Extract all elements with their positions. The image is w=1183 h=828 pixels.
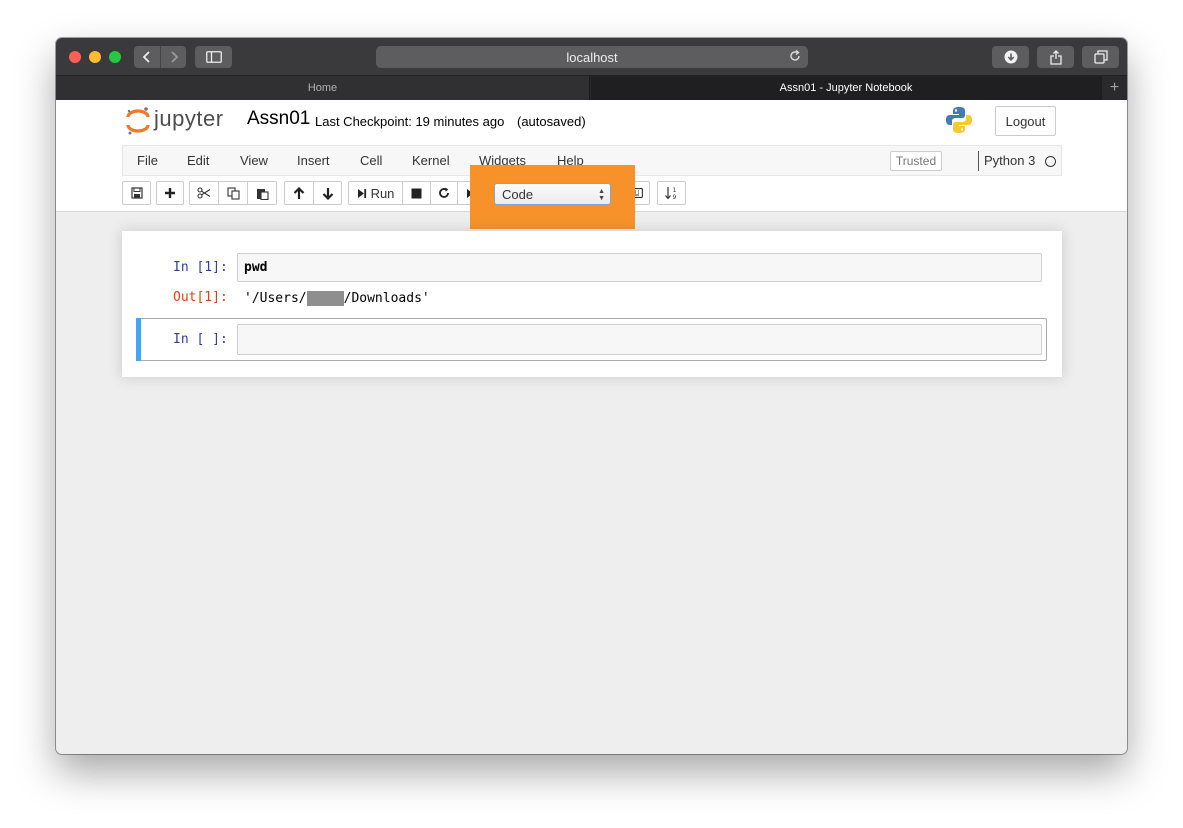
jupyter-icon (126, 107, 150, 135)
output-area: '/Users/ /Downloads' (244, 288, 430, 308)
cell-type-value: Code (502, 186, 534, 202)
stop-icon (411, 188, 422, 198)
restart-button[interactable] (430, 181, 458, 205)
sort-button[interactable]: 19 (657, 181, 686, 205)
minimize-window-button[interactable] (89, 51, 101, 63)
python-logo-icon (946, 107, 972, 133)
reload-icon[interactable] (788, 49, 802, 63)
menu-edit[interactable]: Edit (187, 153, 209, 168)
zoom-window-button[interactable] (109, 51, 121, 63)
input-prompt: In [1]: (173, 260, 228, 275)
insert-cell-button[interactable] (156, 181, 184, 205)
sort-numeric-icon: 19 (664, 187, 676, 200)
menu-cell[interactable]: Cell (360, 153, 382, 168)
logo-text: jupyter (154, 106, 224, 131)
notebook-title[interactable]: Assn01 (247, 108, 310, 130)
share-icon (1049, 49, 1062, 65)
tab-label: Home (307, 82, 338, 94)
checkpoint-status: Last Checkpoint: 19 minutes ago (315, 114, 505, 129)
downloads-button[interactable] (992, 46, 1029, 68)
scissors-icon (197, 187, 211, 199)
run-button[interactable]: Run (348, 181, 403, 205)
trusted-indicator[interactable]: Trusted (890, 151, 942, 171)
menu-view[interactable]: View (240, 153, 268, 168)
redacted-username (306, 290, 344, 306)
tabs-icon (1093, 50, 1108, 64)
run-label: Run (370, 185, 395, 201)
arrow-down-icon (322, 187, 333, 200)
menu-insert[interactable]: Insert (297, 153, 330, 168)
download-icon (1004, 50, 1017, 64)
copy-icon (226, 186, 240, 200)
autosave-status: (autosaved) (517, 114, 586, 129)
paste-button[interactable] (247, 181, 277, 205)
run-button-group: Run (348, 181, 485, 205)
output-text-suffix: /Downloads' (343, 290, 430, 306)
svg-text:9: 9 (672, 194, 676, 200)
address-bar[interactable]: localhost (376, 46, 808, 68)
plus-icon (165, 188, 175, 198)
back-button[interactable] (134, 46, 160, 68)
url-text: localhost (566, 49, 618, 65)
move-button-group (284, 181, 342, 205)
tab-label: Assn01 - Jupyter Notebook (779, 82, 913, 94)
title-bar: localhost (56, 38, 1127, 76)
menu-kernel[interactable]: Kernel (412, 153, 450, 168)
notebook-container: In [1]: pwd Out[1]: '/Users/ /Downloads'… (122, 231, 1062, 377)
select-arrows-icon: ▲ ▼ (598, 188, 605, 202)
interrupt-button[interactable] (402, 181, 431, 205)
share-button[interactable] (1037, 46, 1074, 68)
chevron-left-icon (142, 51, 150, 63)
new-tab-button[interactable]: + (1101, 76, 1127, 100)
cut-button[interactable] (189, 181, 219, 205)
copy-button[interactable] (218, 181, 248, 205)
output-text-prefix: '/Users/ (244, 290, 307, 306)
code-input[interactable]: pwd (237, 253, 1042, 282)
logout-button[interactable]: Logout (995, 106, 1056, 136)
restart-icon (439, 187, 449, 198)
cell-type-select[interactable]: Code ▲ ▼ (494, 183, 611, 205)
tab-home[interactable]: Home (56, 76, 590, 100)
kernel-idle-icon (1045, 156, 1056, 167)
save-button[interactable] (122, 181, 151, 205)
floppy-disk-icon (130, 187, 143, 199)
nav-buttons (134, 46, 186, 68)
jupyter-logo[interactable]: jupyter (126, 106, 236, 136)
browser-window: localhost Home Assn01 - Jupyter Notebook… (56, 38, 1127, 754)
output-prompt: Out[1]: (173, 290, 228, 305)
move-down-button[interactable] (313, 181, 342, 205)
sidebar-toggle-button[interactable] (195, 46, 232, 68)
tab-bar: Home Assn01 - Jupyter Notebook + (56, 76, 1127, 100)
tab-overview-button[interactable] (1082, 46, 1119, 68)
move-up-button[interactable] (284, 181, 314, 205)
sidebar-icon (205, 51, 222, 63)
close-window-button[interactable] (69, 51, 81, 63)
menu-file[interactable]: File (137, 153, 158, 168)
kernel-separator (978, 151, 979, 171)
tab-notebook[interactable]: Assn01 - Jupyter Notebook (591, 76, 1101, 100)
edit-button-group (189, 181, 277, 205)
forward-button[interactable] (160, 46, 186, 68)
code-text: pwd (244, 260, 268, 275)
svg-text:1: 1 (672, 187, 676, 194)
code-input[interactable] (237, 324, 1042, 355)
clipboard-icon (256, 188, 269, 200)
arrow-up-icon (293, 186, 305, 199)
chevron-right-icon (170, 51, 178, 63)
step-forward-icon (357, 188, 366, 198)
input-prompt: In [ ]: (173, 332, 228, 347)
kernel-name[interactable]: Python 3 (984, 153, 1035, 168)
